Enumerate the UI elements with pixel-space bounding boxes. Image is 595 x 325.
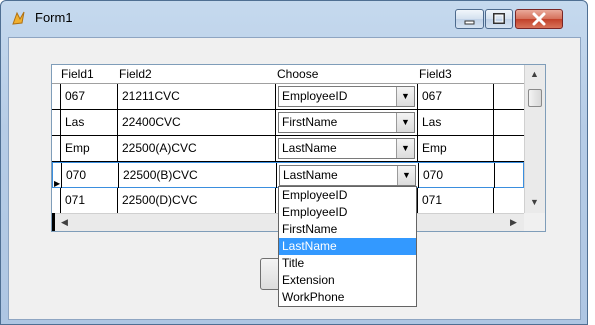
row-header[interactable]: ▶ — [53, 163, 62, 188]
close-button[interactable] — [515, 9, 563, 29]
row-header[interactable] — [52, 84, 61, 109]
cell-choose[interactable]: LastName ▼ — [277, 163, 419, 188]
combobox-value: LastName — [283, 168, 338, 182]
column-header-field1[interactable]: Field1 — [61, 67, 94, 81]
cell-choose[interactable]: EmployeeID ▼ — [276, 84, 418, 109]
cell-field2[interactable]: 22500(D)CVC — [118, 188, 276, 213]
cell-field3[interactable]: Emp — [418, 136, 494, 161]
scroll-right-icon[interactable]: ▶ — [510, 217, 517, 228]
column-header-field2[interactable]: Field2 — [119, 67, 152, 81]
cell-field1[interactable]: 067 — [61, 84, 118, 109]
cell-field2[interactable]: 22500(B)CVC — [119, 163, 277, 188]
cell-choose[interactable]: FirstName ▼ — [276, 110, 418, 135]
cell-field3[interactable]: Las — [418, 110, 494, 135]
vertical-scroll-thumb[interactable] — [528, 89, 542, 107]
dropdown-option[interactable]: WorkPhone — [279, 289, 416, 306]
row-header[interactable] — [52, 110, 61, 135]
dropdown-option[interactable]: Title — [279, 255, 416, 272]
cell-field2[interactable]: 22400CVC — [118, 110, 276, 135]
cell-empty[interactable] — [494, 188, 524, 213]
choose-combobox[interactable]: FirstName ▼ — [278, 112, 415, 133]
maximize-icon — [493, 13, 505, 24]
choose-combobox[interactable]: LastName ▼ — [278, 138, 415, 159]
dropdown-option[interactable]: FirstName — [279, 221, 416, 238]
cell-field3[interactable]: 070 — [419, 163, 495, 188]
cell-empty[interactable] — [494, 110, 524, 135]
form-app-icon — [12, 11, 25, 25]
scrollbar-corner — [524, 213, 545, 231]
combobox-value: EmployeeID — [282, 89, 348, 103]
cell-field2[interactable]: 22500(A)CVC — [118, 136, 276, 161]
table-row[interactable]: Las 22400CVC FirstName ▼ Las — [52, 110, 524, 136]
choose-combobox[interactable]: EmployeeID ▼ — [278, 86, 415, 107]
close-icon — [532, 12, 546, 26]
current-row-indicator-icon: ▶ — [54, 179, 61, 188]
window-title: Form1 — [35, 10, 73, 25]
title-bar[interactable]: Form1 — [1, 1, 587, 31]
scroll-left-icon[interactable]: ◀ — [61, 217, 68, 228]
cell-empty[interactable] — [494, 136, 524, 161]
cell-field3[interactable]: 071 — [418, 188, 494, 213]
table-row[interactable]: Emp 22500(A)CVC LastName ▼ Emp — [52, 136, 524, 162]
row-header[interactable] — [52, 136, 61, 161]
chevron-down-icon[interactable]: ▼ — [397, 166, 415, 185]
cell-empty[interactable] — [495, 163, 525, 188]
cell-field3[interactable]: 067 — [418, 84, 494, 109]
table-row-current[interactable]: ▶ 070 22500(B)CVC LastName ▼ 070 — [52, 162, 524, 188]
combobox-value: FirstName — [282, 115, 338, 129]
dropdown-option[interactable]: EmployeeID — [279, 187, 416, 204]
vertical-scrollbar[interactable]: ▲ ▼ — [524, 65, 545, 213]
maximize-button[interactable] — [485, 9, 513, 29]
chevron-down-icon[interactable]: ▼ — [396, 139, 414, 158]
dropdown-option[interactable]: Extension — [279, 272, 416, 289]
minimize-button[interactable] — [455, 9, 484, 29]
cell-field1[interactable]: 070 — [62, 163, 119, 188]
combobox-value: LastName — [282, 141, 337, 155]
cell-field1[interactable]: Las — [61, 110, 118, 135]
grid-header: Field1 Field2 Choose Field3 — [52, 65, 524, 84]
cell-field1[interactable]: Emp — [61, 136, 118, 161]
cell-choose[interactable]: LastName ▼ — [276, 136, 418, 161]
cell-field2[interactable]: 21211CVC — [118, 84, 276, 109]
dropdown-option[interactable]: EmployeeID — [279, 204, 416, 221]
dropdown-option-selected[interactable]: LastName — [279, 238, 416, 255]
choose-dropdown-list[interactable]: EmployeeID EmployeeID FirstName LastName… — [278, 186, 417, 307]
cell-empty[interactable] — [494, 84, 524, 109]
column-header-field3[interactable]: Field3 — [419, 67, 452, 81]
scroll-down-icon[interactable]: ▼ — [530, 197, 539, 207]
chevron-down-icon[interactable]: ▼ — [396, 113, 414, 132]
chevron-down-icon[interactable]: ▼ — [396, 87, 414, 106]
scroll-up-icon[interactable]: ▲ — [530, 69, 539, 79]
cell-field1[interactable]: 071 — [61, 188, 118, 213]
minimize-icon — [464, 20, 475, 25]
column-header-choose[interactable]: Choose — [277, 67, 318, 81]
scroll-divider — [52, 213, 55, 231]
choose-combobox-open[interactable]: LastName ▼ — [279, 165, 416, 186]
table-row[interactable]: 067 21211CVC EmployeeID ▼ 067 — [52, 84, 524, 110]
row-header[interactable] — [52, 188, 61, 213]
